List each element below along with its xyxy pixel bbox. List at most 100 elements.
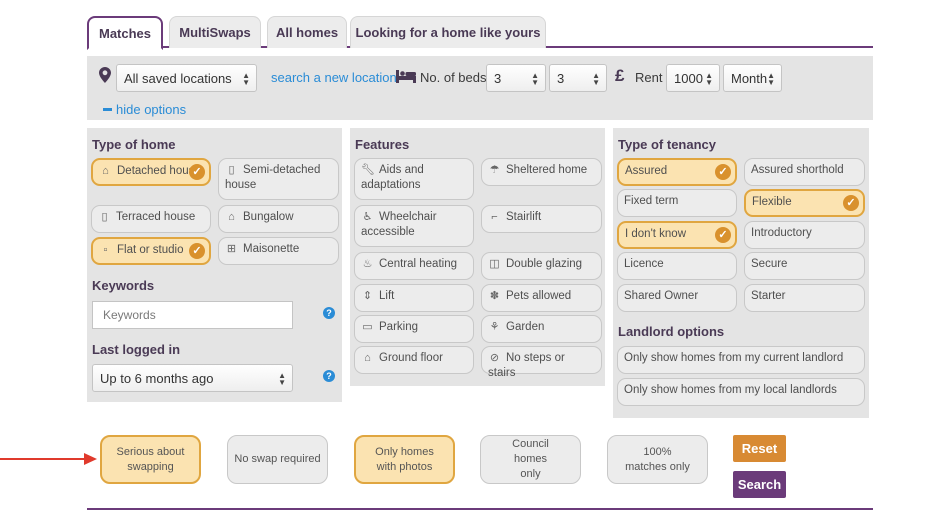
paw-icon: ✽ — [489, 290, 500, 302]
tenancy-label: Assured — [625, 165, 668, 177]
feature-label: Double glazing — [506, 258, 583, 270]
check-icon: ✓ — [715, 164, 731, 180]
feature-label: Stairlift — [506, 211, 542, 223]
filter-no-swap-required[interactable]: No swap required — [227, 435, 328, 484]
feature-pets-allowed[interactable]: ✽ Pets allowed — [481, 284, 602, 312]
rent-select[interactable]: 1000 ▲ ▼ — [666, 64, 720, 92]
beds-label: No. of beds — [420, 70, 487, 85]
tenancy-label: Shared Owner — [624, 290, 699, 302]
tenancy-label: Starter — [751, 290, 786, 302]
tenancy-option-shared-owner[interactable]: Shared Owner — [617, 284, 737, 312]
feature-label: Sheltered home — [506, 164, 588, 176]
car-icon: ▭ — [362, 321, 373, 333]
wheelchair-icon: ♿︎ — [362, 211, 373, 223]
terraced-icon: ▯ — [101, 211, 108, 223]
tenancy-title: Type of tenancy — [618, 137, 717, 152]
bottom-divider — [87, 508, 873, 510]
tenancy-label: Assured shorthold — [751, 164, 844, 176]
rent-period-select[interactable]: Month ▲ ▼ — [723, 64, 782, 92]
filter-serious-swapping[interactable]: Serious about swapping — [100, 435, 201, 484]
last-logged-value: Up to 6 months ago — [100, 370, 214, 386]
landlord-option-local[interactable]: Only show homes from my local landlords — [617, 378, 865, 406]
feature-label: Central heating — [379, 258, 457, 270]
tenancy-option-starter[interactable]: Starter — [744, 284, 865, 312]
type-of-home-title: Type of home — [92, 137, 176, 152]
last-logged-help-icon[interactable]: ? — [323, 370, 335, 382]
filter-label: No swap required — [234, 453, 321, 465]
tenancy-option-fixed-term[interactable]: Fixed term — [617, 189, 737, 217]
flame-icon: ♨ — [362, 258, 373, 270]
filter-100-matches[interactable]: 100% matches only — [607, 435, 708, 484]
beds-max-select[interactable]: 3 ▲ ▼ — [549, 64, 607, 92]
beds-min-select[interactable]: 3 ▲ ▼ — [486, 64, 546, 92]
feature-wheelchair[interactable]: ♿︎ Wheelchair accessible — [354, 205, 474, 247]
feature-aids-adaptations[interactable]: 🔧︎ Aids and adaptations — [354, 158, 474, 200]
home-option-terraced[interactable]: ▯ Terraced house — [91, 205, 211, 233]
feature-no-steps[interactable]: ⊘ No steps or stairs — [481, 346, 602, 379]
landlord-title: Landlord options — [618, 324, 725, 339]
feature-label: Pets allowed — [506, 290, 572, 302]
home-option-semi-detached[interactable]: ▯ Semi-detached house — [218, 158, 339, 200]
tenancy-option-dont-know[interactable]: I don't know ✓ — [617, 221, 737, 249]
umbrella-icon: ☂ — [489, 164, 500, 176]
check-icon: ✓ — [189, 243, 205, 259]
tenancy-option-introductory[interactable]: Introductory — [744, 221, 865, 249]
landlord-label: Only show homes from my current landlord — [624, 352, 844, 364]
home-option-maisonette[interactable]: ⊞ Maisonette — [218, 237, 339, 265]
keywords-placeholder: Keywords — [103, 308, 156, 322]
feature-stairlift[interactable]: ⌐ Stairlift — [481, 205, 602, 233]
home-option-flat[interactable]: ▫ Flat or studio ✓ — [91, 237, 211, 265]
tenancy-label: Introductory — [751, 227, 812, 239]
hide-options-link[interactable]: hide options — [103, 102, 186, 117]
tenancy-option-licence[interactable]: Licence — [617, 252, 737, 280]
search-new-location-link[interactable]: search a new location — [271, 70, 397, 85]
select-arrows-icon: ▲ ▼ — [705, 71, 713, 87]
hide-options-label: hide options — [116, 102, 187, 117]
bungalow-icon: ⌂ — [228, 211, 235, 223]
select-arrows-icon: ▲ ▼ — [242, 71, 250, 87]
tenancy-label: Secure — [751, 258, 788, 270]
tenancy-label: Fixed term — [624, 195, 679, 207]
feature-central-heating[interactable]: ♨ Central heating — [354, 252, 474, 280]
beds-min-value: 3 — [494, 70, 502, 86]
landlord-option-current[interactable]: Only show homes from my current landlord — [617, 346, 865, 374]
filter-label: Serious about swapping — [116, 445, 185, 473]
feature-double-glazing[interactable]: ◫ Double glazing — [481, 252, 602, 280]
last-logged-title: Last logged in — [92, 342, 181, 357]
rent-label: Rent — [635, 70, 663, 85]
last-logged-select[interactable]: Up to 6 months ago ▲ ▼ — [92, 364, 293, 392]
feature-sheltered-home[interactable]: ☂ Sheltered home — [481, 158, 602, 186]
reset-button[interactable]: Reset — [733, 435, 786, 462]
tab-all-homes[interactable]: All homes — [267, 16, 347, 48]
tab-multiswaps[interactable]: MultiSwaps — [169, 16, 261, 48]
search-button[interactable]: Search — [733, 471, 786, 498]
ground-floor-icon: ⌂ — [364, 352, 371, 364]
tab-looking-for-home[interactable]: Looking for a home like yours — [350, 16, 546, 48]
feature-ground-floor[interactable]: ⌂ Ground floor — [354, 346, 474, 374]
tenancy-option-secure[interactable]: Secure — [744, 252, 865, 280]
stairlift-icon: ⌐ — [491, 211, 498, 223]
keywords-help-icon[interactable]: ? — [323, 307, 335, 319]
lift-icon: ⇕ — [362, 290, 373, 302]
tab-matches[interactable]: Matches — [87, 16, 163, 50]
location-select[interactable]: All saved locations ▲ ▼ — [116, 64, 257, 92]
tenancy-option-assured[interactable]: Assured ✓ — [617, 158, 737, 186]
keywords-input[interactable]: Keywords — [92, 301, 293, 329]
filter-label: 100% matches only — [625, 445, 690, 473]
tenancy-label: I don't know — [625, 228, 687, 240]
feature-garden[interactable]: ⚘ Garden — [481, 315, 602, 343]
filter-only-photos[interactable]: Only homes with photos — [354, 435, 455, 484]
tenancy-option-assured-shorthold[interactable]: Assured shorthold — [744, 158, 865, 186]
tenancy-option-flexible[interactable]: Flexible ✓ — [744, 189, 865, 217]
filter-council-only[interactable]: Council homes only — [480, 435, 581, 484]
home-option-label: Maisonette — [243, 243, 300, 255]
feature-parking[interactable]: ▭ Parking — [354, 315, 474, 343]
select-arrows-icon: ▲ ▼ — [531, 71, 539, 87]
home-option-detached[interactable]: ⌂ Detached house ✓ — [91, 158, 211, 186]
location-select-value: All saved locations — [124, 70, 232, 86]
select-arrows-icon: ▲ ▼ — [767, 71, 775, 87]
check-icon: ✓ — [715, 227, 731, 243]
tenancy-label: Licence — [624, 258, 664, 270]
feature-lift[interactable]: ⇕ Lift — [354, 284, 474, 312]
home-option-bungalow[interactable]: ⌂ Bungalow — [218, 205, 339, 233]
